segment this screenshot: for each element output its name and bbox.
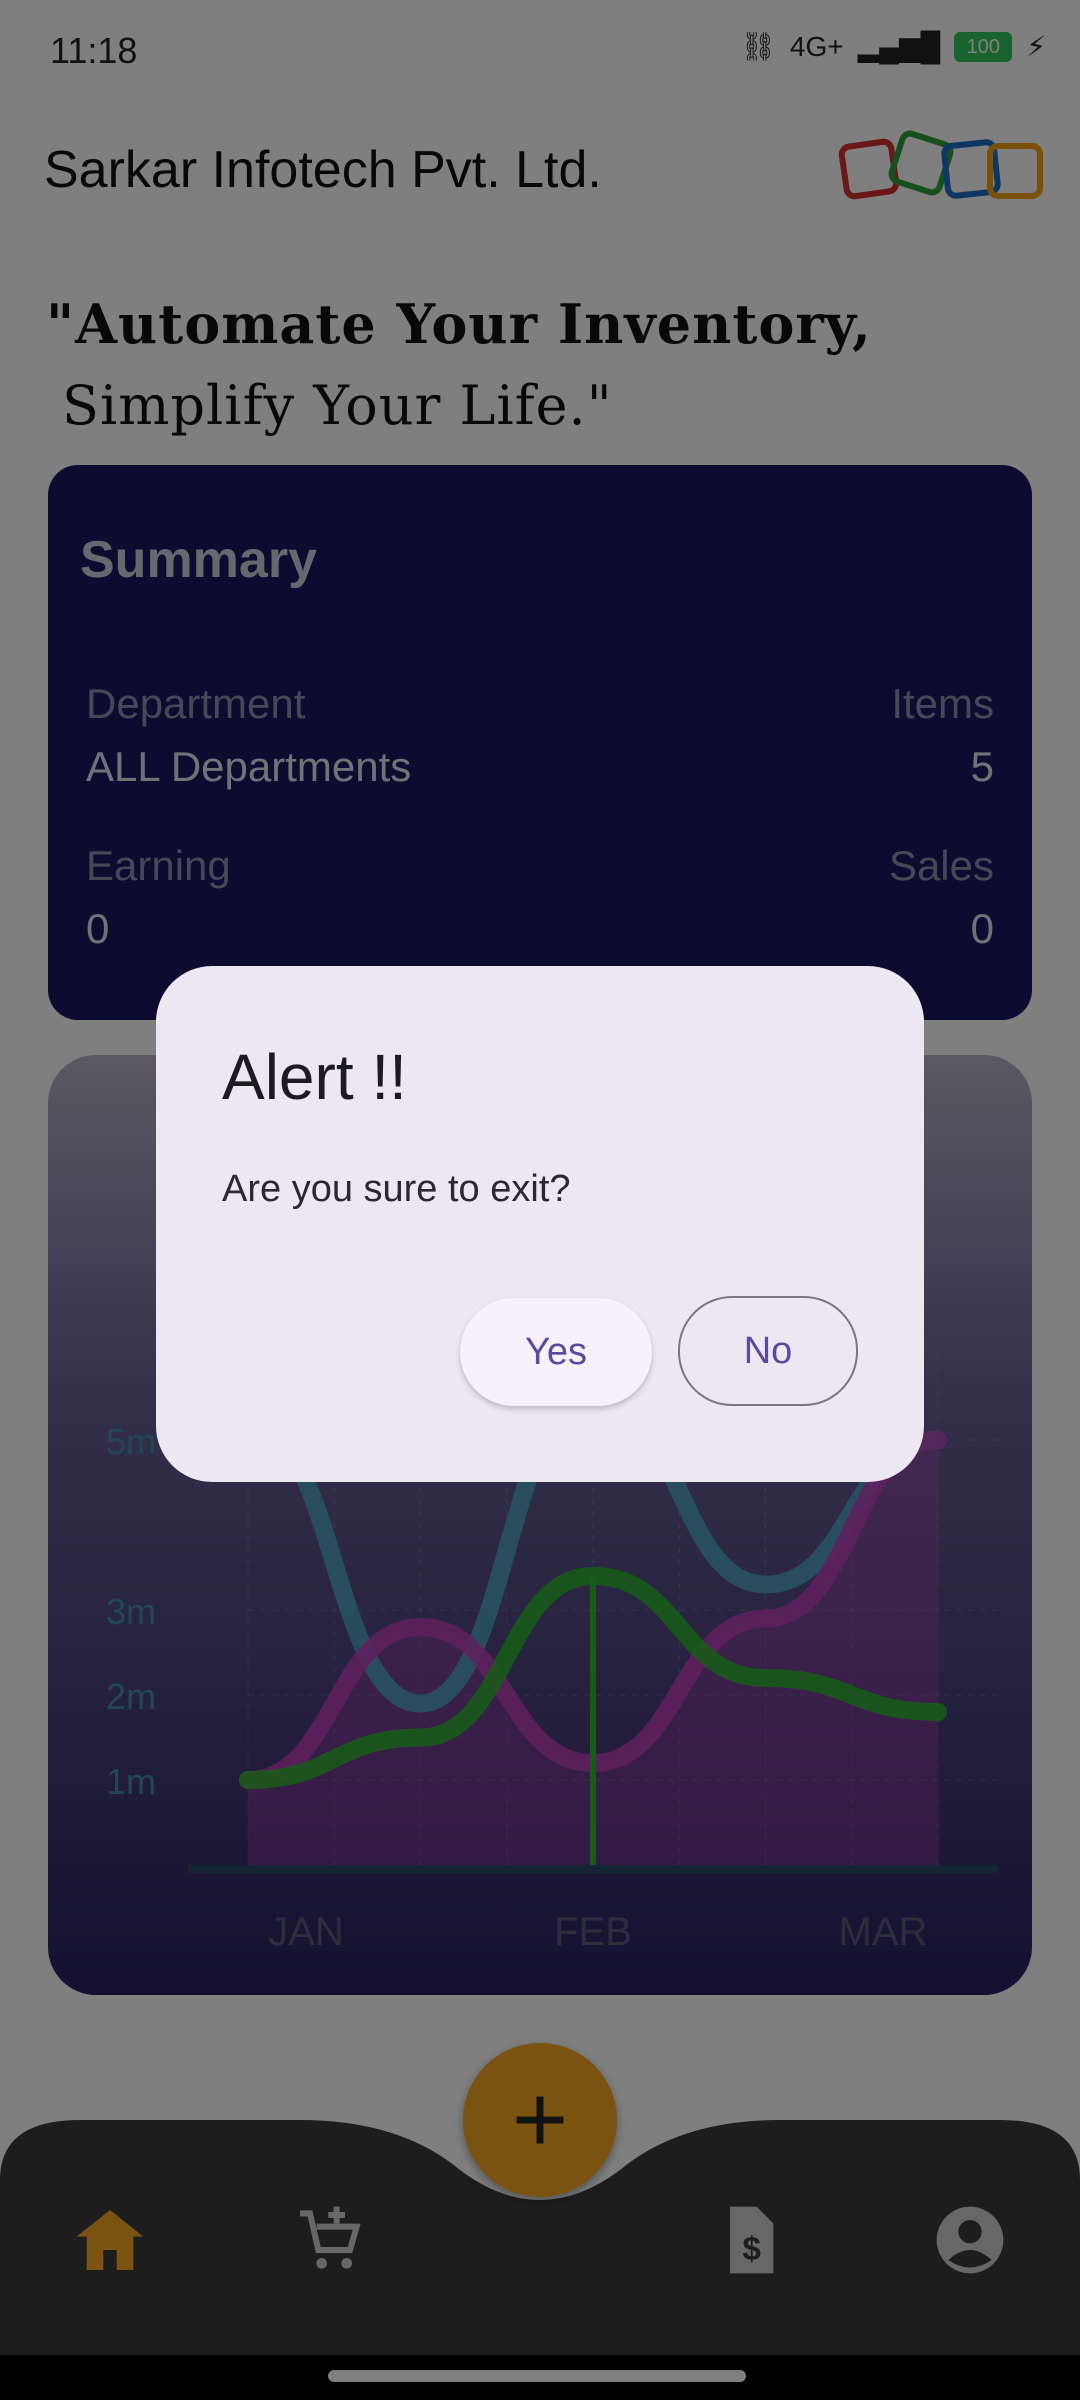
dialog-title: Alert !! (222, 1041, 407, 1113)
exit-alert-dialog: Alert !! Are you sure to exit? Yes No (156, 966, 924, 1482)
yes-button[interactable]: Yes (460, 1298, 652, 1406)
no-button[interactable]: No (678, 1296, 858, 1406)
dialog-message: Are you sure to exit? (222, 1168, 571, 1210)
